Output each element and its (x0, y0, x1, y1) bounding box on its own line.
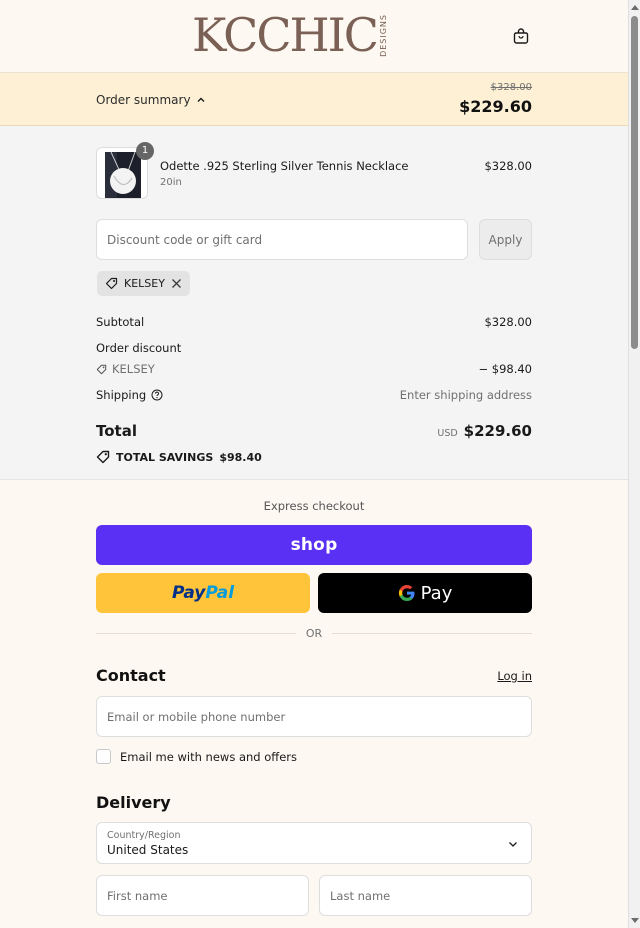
scroll-up-icon[interactable] (631, 5, 639, 10)
or-divider: OR (96, 627, 532, 640)
chevron-down-icon (509, 842, 517, 847)
order-discount-row: Order discount (96, 341, 532, 355)
subtotal-label: Subtotal (96, 315, 145, 329)
close-icon[interactable] (171, 278, 182, 289)
delivery-title: Delivery (96, 793, 171, 812)
total-value: $229.60 (463, 422, 532, 440)
product-name: Odette .925 Sterling Silver Tennis Neckl… (160, 159, 409, 173)
savings-label: TOTAL SAVINGS (116, 450, 214, 464)
paypal-button[interactable]: Pay Pal (96, 573, 310, 613)
newsletter-option[interactable]: Email me with news and offers (96, 749, 297, 764)
order-summary-bar: Order summary $328.00 $229.60 (0, 73, 628, 126)
product-variant: 20in (160, 177, 182, 188)
page-scrollbar[interactable] (628, 0, 640, 928)
email-field[interactable] (96, 696, 532, 737)
country-select[interactable]: Country/Region United States (96, 822, 532, 864)
order-summary: 1 Odette .925 Sterling Silver Tennis Nec… (0, 126, 628, 480)
shop-pay-button[interactable]: shop (96, 525, 532, 565)
express-checkout-title: Express checkout (263, 499, 365, 513)
order-discount-label: Order discount (96, 341, 182, 355)
currency-code: USD (437, 428, 458, 439)
total-row: Total USD $229.60 (96, 422, 532, 440)
contact-title: Contact (96, 666, 166, 685)
tag-icon (96, 364, 107, 374)
last-name-field[interactable] (319, 875, 532, 916)
checkout-page: KCCHIC DESIGNS Order summary $328.00 $22… (0, 0, 628, 928)
discount-code-label: KELSEY (112, 362, 155, 376)
discount-code-input[interactable] (96, 219, 468, 260)
shopping-bag-icon[interactable] (512, 27, 530, 45)
logo-subtext: DESIGNS (379, 13, 389, 57)
question-circle-icon[interactable] (151, 389, 163, 401)
subtotal-row: Subtotal $328.00 (96, 315, 532, 329)
scrollbar-thumb[interactable] (631, 16, 638, 349)
applied-discount-chip: KELSEY (97, 271, 190, 296)
product-price: $328.00 (484, 159, 532, 173)
country-label: Country/Region (107, 830, 181, 841)
order-summary-toggle[interactable]: Order summary (96, 93, 205, 107)
store-logo[interactable]: KCCHIC DESIGNS (192, 12, 390, 58)
original-price: $328.00 (490, 82, 532, 93)
newsletter-checkbox[interactable] (96, 749, 111, 764)
discount-code-row: KELSEY − $98.40 (96, 362, 532, 376)
first-name-field[interactable] (96, 875, 309, 916)
newsletter-label: Email me with news and offers (120, 749, 298, 764)
discount-value: − $98.40 (478, 362, 532, 376)
google-pay-label: Pay (420, 582, 453, 604)
logo-text: KCCHIC (192, 8, 379, 62)
shop-pay-label: shop (290, 535, 338, 555)
quantity-badge: 1 (136, 142, 154, 160)
paypal-pal-text: Pal (205, 583, 235, 603)
google-pay-button[interactable]: Pay (318, 573, 532, 613)
shipping-value: Enter shipping address (399, 388, 532, 402)
tag-icon (96, 450, 110, 464)
tag-icon (105, 277, 118, 290)
site-header: KCCHIC DESIGNS (0, 0, 628, 73)
google-logo-icon (398, 585, 415, 602)
applied-discount-code: KELSEY (124, 277, 165, 290)
shipping-row: Shipping Enter shipping address (96, 388, 532, 402)
current-price: $229.60 (459, 97, 532, 116)
savings-value: $98.40 (219, 450, 262, 464)
chevron-up-icon (197, 97, 205, 102)
total-label: Total (96, 422, 137, 440)
divider-label: OR (305, 627, 323, 640)
total-savings: TOTAL SAVINGS $98.40 (96, 450, 262, 464)
subtotal-value: $328.00 (484, 315, 532, 329)
scroll-down-icon[interactable] (631, 918, 639, 923)
log-in-link[interactable]: Log in (497, 669, 532, 683)
order-summary-label: Order summary (96, 93, 191, 107)
country-value: United States (107, 843, 189, 857)
shipping-label: Shipping (96, 388, 147, 402)
apply-discount-button[interactable]: Apply (479, 219, 532, 260)
paypal-pay-text: Pay (171, 583, 206, 603)
